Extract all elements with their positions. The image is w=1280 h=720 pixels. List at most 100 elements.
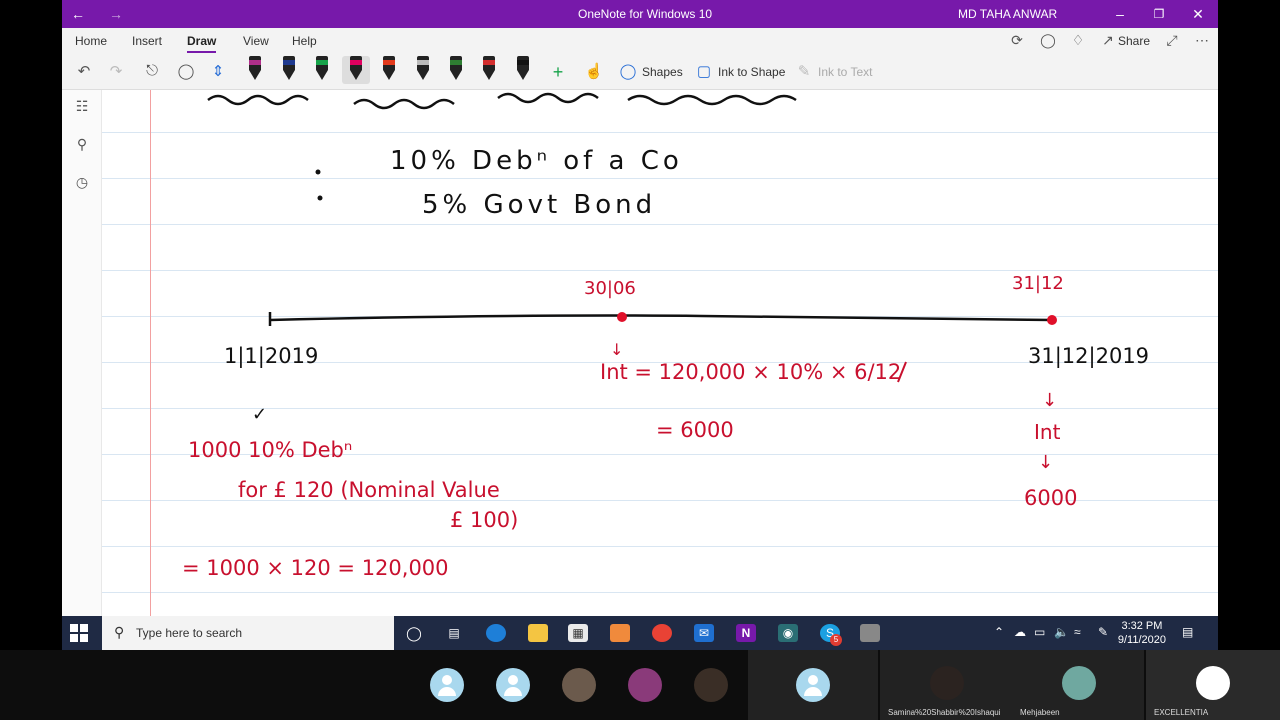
note-page[interactable]: 10% Debⁿ of a Co 5% Govt Bond 30|06 31|1…	[102, 90, 1218, 616]
chevron-up-icon[interactable]: ⌃	[994, 625, 1004, 639]
pen-gray[interactable]	[412, 56, 434, 84]
eraser-add-icon[interactable]: ◯	[176, 62, 196, 82]
onedrive-icon[interactable]: ☁	[1014, 625, 1026, 639]
participant-tile-5[interactable]	[664, 650, 754, 720]
debenture-line-3: £ 100)	[450, 508, 519, 532]
ruler-touch-icon[interactable]: ☝	[584, 62, 604, 82]
media-player-icon[interactable]	[610, 624, 630, 642]
camera-icon[interactable]	[860, 624, 880, 642]
task-view-icon[interactable]: ▤	[444, 624, 464, 642]
timeline-end-label: 31|12	[1012, 273, 1064, 294]
avatar	[1196, 666, 1230, 700]
edge-icon[interactable]	[486, 624, 506, 642]
back-arrow-icon[interactable]: ←	[68, 4, 88, 24]
wavy-underline-3	[497, 92, 599, 104]
lasso-select-icon[interactable]: ⎋	[142, 62, 162, 82]
lightbulb-icon[interactable]: ◯	[1038, 32, 1058, 50]
timeline-start-date: 1|1|2019	[224, 344, 319, 368]
participant-tile-8[interactable]: Mehjabeen	[1014, 650, 1144, 720]
tab-home[interactable]: Home	[75, 34, 107, 48]
timeline-end-point	[1047, 315, 1057, 325]
timeline-end-date: 31|12|2019	[1028, 344, 1150, 368]
ink-to-shape-button[interactable]: Ink to Shape	[718, 65, 785, 79]
end-arrow-1: ↓	[1042, 390, 1058, 411]
insert-space-icon[interactable]: ⇕	[208, 62, 228, 82]
interest-formula: Int = 120,000 × 10% × 6/12	[600, 360, 902, 384]
clock-time: 3:32 PM	[1121, 620, 1163, 632]
file-explorer-icon[interactable]	[528, 624, 548, 642]
search-icon[interactable]: ⚲	[72, 136, 92, 156]
pen-purple[interactable]	[244, 56, 266, 84]
maximize-button[interactable]: ❐	[1149, 4, 1169, 24]
pen-green[interactable]	[311, 56, 333, 84]
pen-workspace-icon[interactable]: ✎	[1098, 625, 1108, 639]
expand-icon[interactable]: ⤢	[1162, 32, 1182, 50]
tab-draw[interactable]: Draw	[187, 34, 217, 53]
volume-icon[interactable]: 🔈	[1054, 625, 1069, 639]
battery-icon[interactable]: ▭	[1034, 625, 1045, 639]
recent-icon[interactable]: ◷	[72, 174, 92, 194]
shapes-icon[interactable]: ◯	[618, 62, 638, 82]
title-bar: ← → OneNote for Windows 10 MD TAHA ANWAR…	[62, 0, 1218, 28]
windows-taskbar: ⚲ Type here to search ◯ ▤ ▦ ✉ N ◉ S 5 ⌃ …	[62, 616, 1218, 650]
share-button[interactable]: Share	[1118, 34, 1150, 48]
participant-tile-7[interactable]: Samina%20Shabbir%20Ishaqui	[880, 650, 1014, 720]
pen-blue[interactable]	[278, 56, 300, 84]
cortana-icon[interactable]: ◯	[404, 624, 424, 642]
undo-icon[interactable]: ↶	[74, 62, 94, 82]
participant-name: Mehjabeen	[1020, 708, 1060, 717]
notifications-icon[interactable]: ▤	[1182, 625, 1193, 639]
wavy-underline-4	[627, 94, 797, 106]
interest-result: = 6000	[656, 418, 734, 442]
participant-name: Samina%20Shabbir%20Ishaqui	[888, 708, 1001, 717]
bullet-dot-1	[315, 169, 321, 175]
participant-tile-9[interactable]: EXCELLENTIA	[1146, 650, 1280, 720]
taskbar-search-box[interactable]: ⚲ Type here to search	[102, 616, 394, 650]
windows-start-icon[interactable]	[70, 624, 88, 642]
sync-icon[interactable]: ⟳	[1007, 32, 1027, 50]
avatar	[930, 666, 964, 700]
minimize-button[interactable]: –	[1110, 4, 1130, 24]
tab-insert[interactable]: Insert	[132, 34, 162, 48]
pen-red[interactable]	[478, 56, 500, 84]
user-name[interactable]: MD TAHA ANWAR	[958, 7, 1057, 21]
end-arrow-2: ↓	[1038, 452, 1054, 473]
draw-toolbar: ↶ ↷ ⎋ ◯ ⇕ + ☝ ◯ Shapes ▢ Ink to Shape ✎ …	[62, 54, 1218, 90]
share-icon[interactable]: ↗	[1098, 32, 1118, 50]
add-pen-icon[interactable]: +	[548, 62, 568, 82]
more-options-icon[interactable]: ⋯	[1192, 32, 1212, 50]
mail-icon[interactable]: ✉	[694, 624, 714, 642]
redo-icon[interactable]: ↷	[106, 62, 126, 82]
chrome-icon[interactable]	[652, 624, 672, 642]
tab-help[interactable]: Help	[292, 34, 317, 48]
avatar	[694, 668, 728, 702]
store-icon[interactable]: ▦	[568, 624, 588, 642]
mid-arrow: ↓	[610, 340, 624, 359]
search-icon: ⚲	[114, 624, 125, 640]
end-interest-value: 6000	[1024, 486, 1078, 510]
shapes-button[interactable]: Shapes	[642, 65, 683, 79]
wifi-icon[interactable]: ≈	[1074, 625, 1081, 639]
pen-pink-selected[interactable]	[342, 56, 370, 84]
total-calculation: = 1000 × 120 = 120,000	[182, 556, 449, 580]
bell-icon[interactable]: ♢	[1068, 32, 1088, 50]
note-line-1: 10% Debⁿ of a Co	[390, 146, 683, 176]
taskbar-clock[interactable]: 3:32 PM 9/11/2020	[1118, 619, 1166, 647]
close-button[interactable]: ✕	[1188, 4, 1208, 24]
forward-arrow-icon[interactable]: →	[106, 4, 126, 24]
highlighter-red[interactable]	[378, 56, 400, 84]
onenote-icon[interactable]: N	[736, 624, 756, 642]
timeline-line	[269, 314, 1053, 322]
note-line-2: 5% Govt Bond	[422, 190, 657, 220]
pen-black[interactable]	[512, 56, 534, 84]
recorder-icon[interactable]: ◉	[778, 624, 798, 642]
skype-badge: 5	[830, 634, 842, 646]
tab-view[interactable]: View	[243, 34, 269, 48]
ink-to-shape-icon[interactable]: ▢	[694, 62, 714, 82]
avatar	[562, 668, 596, 702]
timeline-mid-point	[617, 312, 627, 322]
pen-dark-green[interactable]	[445, 56, 467, 84]
notebooks-icon[interactable]: ☷	[72, 98, 92, 118]
wavy-underline-1	[207, 94, 309, 106]
participant-tile-6[interactable]	[748, 650, 878, 720]
